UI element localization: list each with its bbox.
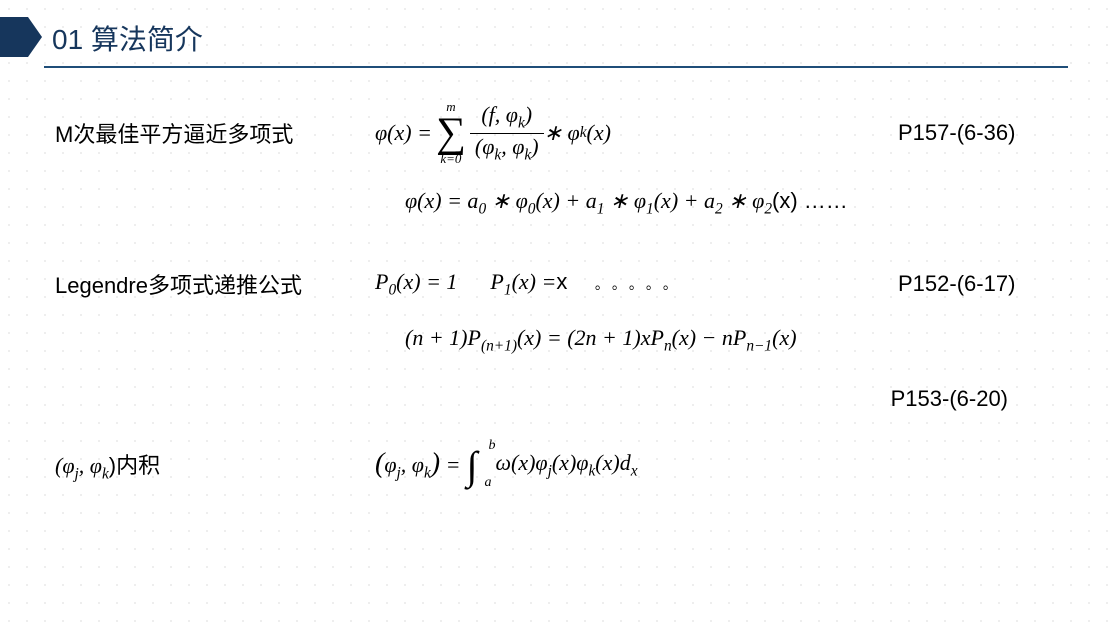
row1-label: M次最佳平方逼近多项式: [55, 117, 375, 149]
page-title: 01 算法简介: [52, 18, 203, 58]
row5-ref: P153-(6-20): [55, 386, 1068, 412]
row1-formula: φ(x) = m ∑ k=0 (f, φk) (φk, φk) ∗ φk(x): [375, 99, 898, 167]
header-chevron-icon: [0, 17, 42, 57]
content-area: M次最佳平方逼近多项式 φ(x) = m ∑ k=0 (f, φk) (φk, …: [0, 68, 1108, 519]
row2-formula: φ(x) = a0 ∗ φ0(x) + a1 ∗ φ1(x) + a2 ∗ φ2…: [405, 188, 1068, 218]
row6-label: (φj, φk)内积: [55, 448, 375, 483]
row4-formula: (n + 1)P(n+1)(x) = (2n + 1)xPn(x) − nPn−…: [405, 325, 1068, 355]
row3-label: Legendre多项式递推公式: [55, 268, 375, 300]
row6-formula: ((φφj, φk) = ∫ b a ω(x)φj(x)φk(x)dx: [375, 442, 898, 489]
row3-ref: P152-(6-17): [898, 271, 1068, 297]
row1-ref: P157-(6-36): [898, 120, 1068, 146]
row3-formula: P0(x) = 1 P1(x) =x 。。。。。: [375, 269, 898, 299]
